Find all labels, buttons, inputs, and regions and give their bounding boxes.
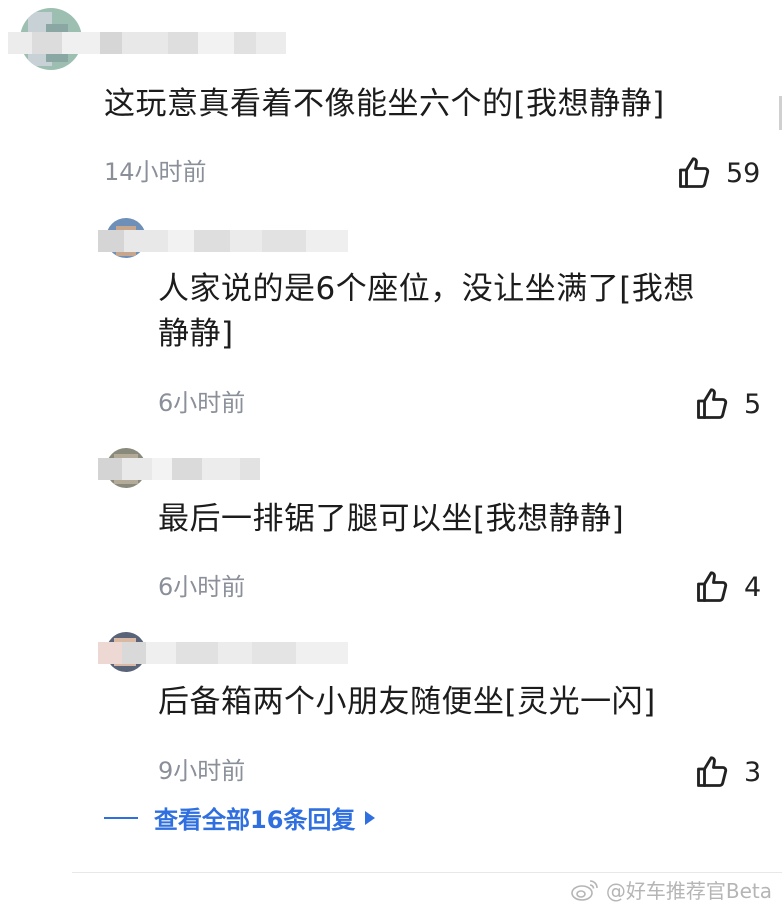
comment-text-line-2: 静静] bbox=[158, 316, 234, 352]
view-all-replies-label: 查看全部16条回复 bbox=[154, 806, 356, 834]
watermark-text: @好车推荐官Beta bbox=[605, 879, 772, 903]
comment-text: 后备箱两个小朋友随便坐[灵光一闪] bbox=[158, 684, 656, 720]
view-all-replies-link[interactable]: 查看全部16条回复 bbox=[104, 800, 376, 835]
weibo-logo-icon bbox=[571, 879, 598, 901]
thumbs-up-icon bbox=[697, 571, 728, 602]
comment-text: 这玩意真看着不像能坐六个的[我想静静] bbox=[104, 86, 665, 122]
username-blurred[interactable] bbox=[8, 32, 286, 54]
like-count: 59 bbox=[726, 157, 761, 189]
username-blurred[interactable] bbox=[98, 642, 348, 664]
like-count: 4 bbox=[744, 571, 762, 603]
comment-text: 最后一排锯了腿可以坐[我想静静] bbox=[158, 501, 625, 537]
username-blurred[interactable] bbox=[98, 230, 348, 252]
thumbs-up-icon bbox=[679, 157, 710, 188]
watermark: @好车推荐官Beta bbox=[570, 875, 772, 904]
thumbs-up-icon bbox=[697, 756, 728, 787]
like-count: 3 bbox=[744, 756, 762, 788]
like-button[interactable]: 4 bbox=[694, 569, 761, 605]
section-divider bbox=[72, 872, 782, 873]
dash-divider bbox=[104, 816, 138, 819]
comment-time: 6小时前 bbox=[158, 389, 246, 417]
thumbs-up-icon bbox=[697, 388, 728, 419]
comment-time: 6小时前 bbox=[158, 573, 246, 601]
like-button[interactable]: 59 bbox=[676, 155, 760, 191]
triangle-right-icon bbox=[365, 810, 376, 825]
like-count: 5 bbox=[744, 388, 762, 420]
like-button[interactable]: 5 bbox=[694, 386, 761, 422]
username-blurred[interactable] bbox=[98, 458, 260, 480]
comment-time: 14小时前 bbox=[104, 158, 207, 186]
comment-text-line-1: 人家说的是6个座位，没让坐满了[我想 bbox=[158, 271, 695, 307]
comment-time: 9小时前 bbox=[158, 757, 246, 785]
like-button[interactable]: 3 bbox=[694, 754, 761, 790]
